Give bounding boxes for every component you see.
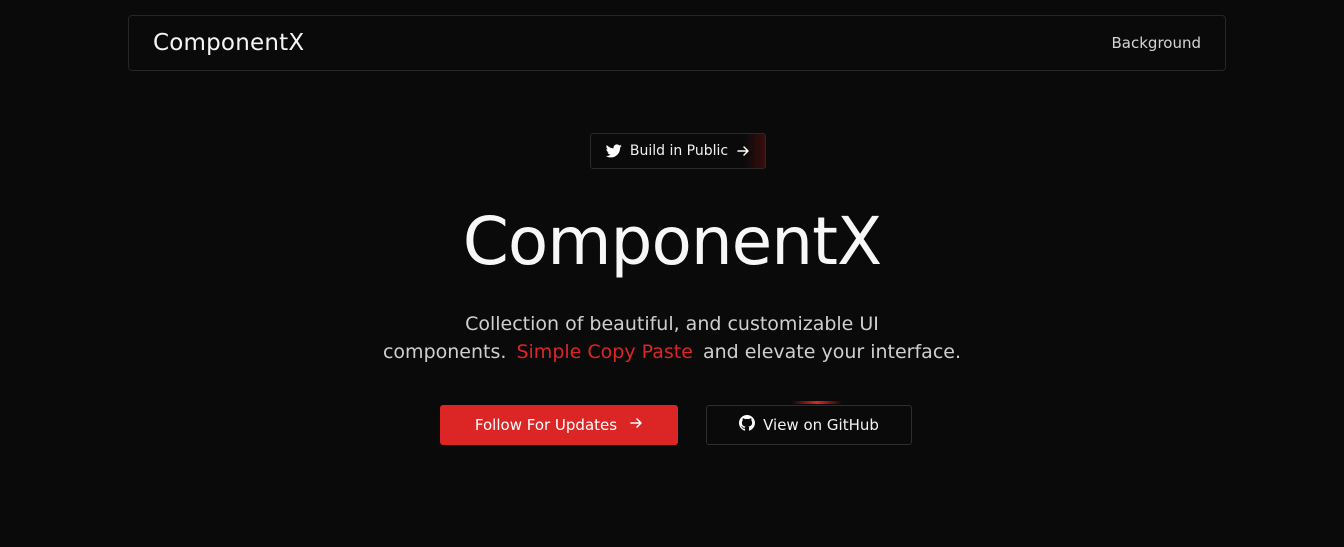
follow-for-updates-button[interactable]: Follow For Updates <box>440 405 678 445</box>
arrow-right-icon <box>736 144 750 158</box>
subtitle-highlight: Simple Copy Paste <box>516 341 693 363</box>
subtitle-line-1: Collection of beautiful, and customizabl… <box>465 313 879 335</box>
twitter-icon <box>605 144 622 158</box>
button-glow-decoration <box>792 401 842 404</box>
github-icon <box>739 415 756 435</box>
hero-subtitle: Collection of beautiful, and customizabl… <box>0 310 1344 366</box>
subtitle-line-2: components. Simple Copy Paste and elevat… <box>0 338 1344 366</box>
subtitle-text-after: and elevate your interface. <box>702 341 962 363</box>
view-on-github-button[interactable]: View on GitHub <box>706 405 912 445</box>
subtitle-text-before: components. <box>382 341 507 363</box>
navbar: ComponentX Background <box>128 15 1226 71</box>
nav-link-background[interactable]: Background <box>1112 34 1202 52</box>
github-button-label: View on GitHub <box>763 416 879 434</box>
arrow-right-icon <box>629 416 643 434</box>
follow-button-label: Follow For Updates <box>474 416 618 434</box>
badge-label: Build in Public <box>629 143 729 159</box>
build-in-public-badge[interactable]: Build in Public <box>590 133 766 169</box>
hero-title: ComponentX <box>462 203 882 280</box>
page: ComponentX Background Build in Public Co… <box>0 0 1344 547</box>
brand-logo[interactable]: ComponentX <box>153 30 304 56</box>
